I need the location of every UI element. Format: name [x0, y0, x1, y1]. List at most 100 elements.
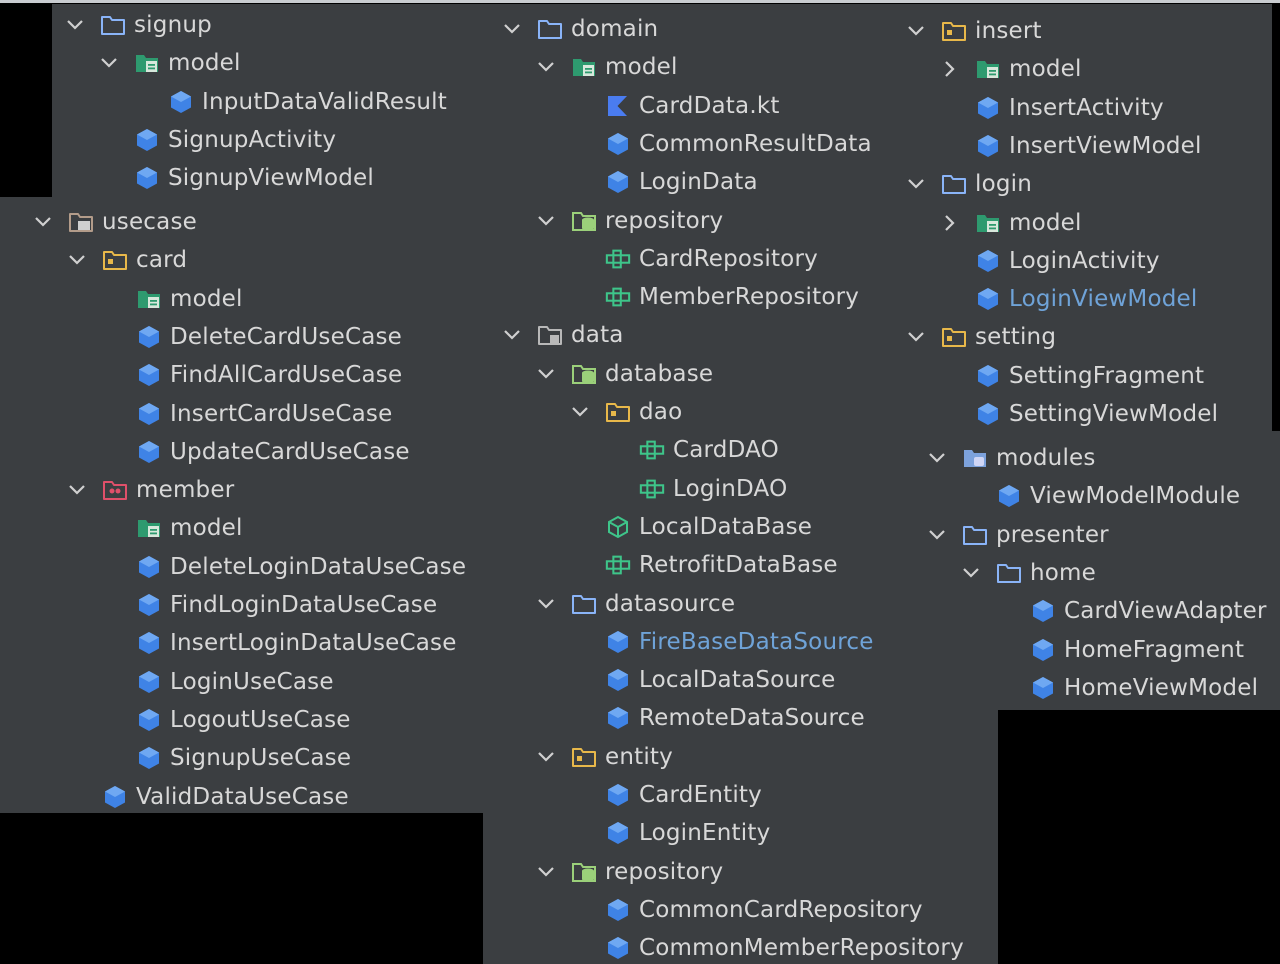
tree-node-data[interactable]: data: [501, 316, 624, 354]
tree-node-model[interactable]: model: [939, 50, 1082, 88]
chevron-down-icon[interactable]: [926, 524, 948, 546]
chevron-down-icon[interactable]: [501, 18, 523, 40]
tree-node-signup[interactable]: signup: [64, 6, 212, 44]
chevron-down-icon[interactable]: [535, 593, 557, 615]
chevron-down-icon[interactable]: [32, 211, 54, 233]
tree-node-label: CommonCardRepository: [639, 896, 923, 923]
chevron-down-icon[interactable]: [66, 479, 88, 501]
tree-node-commoncardrepository[interactable]: CommonCardRepository: [569, 891, 923, 929]
tree-node-commonresultdata[interactable]: CommonResultData: [569, 125, 872, 163]
tree-node-label: LoginUseCase: [170, 668, 334, 695]
tree-node-memberrepository[interactable]: MemberRepository: [569, 278, 859, 316]
tree-node-signupactivity[interactable]: SignupActivity: [98, 121, 336, 159]
tree-node-insert[interactable]: insert: [905, 12, 1042, 50]
tree-node-logindata[interactable]: LoginData: [569, 163, 758, 201]
tree-node-updatecardusecase[interactable]: UpdateCardUseCase: [100, 433, 410, 471]
tree-node-homeviewmodel[interactable]: HomeViewModel: [994, 669, 1258, 707]
tree-node-datasource[interactable]: datasource: [535, 585, 735, 623]
tree-node-model[interactable]: model: [100, 280, 243, 318]
tree-node-findlogindatausecase[interactable]: FindLoginDataUseCase: [100, 586, 437, 624]
tree-node-logindao[interactable]: LoginDAO: [603, 470, 787, 508]
tree-node-localdatasource[interactable]: LocalDataSource: [569, 661, 836, 699]
tree-node-signupviewmodel[interactable]: SignupViewModel: [98, 159, 374, 197]
source-folder-icon: [941, 18, 967, 44]
tree-node-entity[interactable]: entity: [535, 738, 673, 776]
tree-node-validdatausecase[interactable]: ValidDataUseCase: [66, 778, 349, 814]
chevron-down-icon[interactable]: [569, 401, 591, 423]
tree-node-model[interactable]: model: [939, 204, 1082, 242]
tree-node-deletelogindatausecase[interactable]: DeleteLoginDataUseCase: [100, 548, 466, 586]
tree-node-modules[interactable]: modules: [926, 439, 1096, 477]
tree-node-label: InsertActivity: [1009, 94, 1164, 121]
folder-icon: [537, 16, 563, 42]
tree-node-database[interactable]: database: [535, 355, 713, 393]
tree-node-localdatabase[interactable]: LocalDataBase: [569, 508, 812, 546]
tree-node-settingfragment[interactable]: SettingFragment: [939, 357, 1204, 395]
chevron-down-icon[interactable]: [905, 326, 927, 348]
tree-node-cardviewadapter[interactable]: CardViewAdapter: [994, 592, 1267, 630]
tree-node-settingviewmodel[interactable]: SettingViewModel: [939, 395, 1218, 431]
tree-node-dao[interactable]: dao: [569, 393, 682, 431]
tree-node-cardrepository[interactable]: CardRepository: [569, 240, 818, 278]
tree-node-logoutusecase[interactable]: LogoutUseCase: [100, 701, 351, 739]
tree-node-repository[interactable]: repository: [535, 202, 723, 240]
tree-node-card[interactable]: card: [66, 241, 187, 279]
class-icon: [605, 820, 631, 846]
database-folder-icon: [571, 208, 597, 234]
tree-node-carddata-kt[interactable]: CardData.kt: [569, 87, 780, 125]
chevron-down-icon[interactable]: [960, 562, 982, 584]
tree-node-retrofitdatabase[interactable]: RetrofitDataBase: [569, 546, 838, 584]
chevron-down-icon[interactable]: [501, 324, 523, 346]
chevron-down-icon[interactable]: [535, 210, 557, 232]
chevron-down-icon[interactable]: [64, 14, 86, 36]
tree-node-insertcardusecase[interactable]: InsertCardUseCase: [100, 395, 392, 433]
chevron-down-icon[interactable]: [535, 861, 557, 883]
project-tree-panel-usecase: usecase card model DeleteCardUseCase FindAll…: [0, 197, 490, 813]
tree-node-commonmemberrepository[interactable]: CommonMemberRepository: [569, 929, 964, 964]
tree-node-usecase[interactable]: usecase: [32, 203, 197, 241]
tree-node-member[interactable]: member: [66, 471, 234, 509]
tree-node-inputdatavalidresult[interactable]: InputDataValidResult: [132, 83, 447, 121]
chevron-down-icon[interactable]: [905, 20, 927, 42]
tree-node-loginviewmodel[interactable]: LoginViewModel: [939, 280, 1198, 318]
tree-node-repository[interactable]: repository: [535, 853, 723, 891]
tree-node-findallcardusecase[interactable]: FindAllCardUseCase: [100, 356, 402, 394]
tree-node-login[interactable]: login: [905, 165, 1032, 203]
chevron-down-icon[interactable]: [535, 363, 557, 385]
tree-node-cardentity[interactable]: CardEntity: [569, 776, 762, 814]
tree-node-firebasedatasource[interactable]: FireBaseDataSource: [569, 623, 874, 661]
tree-node-label: LogoutUseCase: [170, 706, 351, 733]
tree-node-insertlogindatausecase[interactable]: InsertLoginDataUseCase: [100, 624, 457, 662]
tree-node-model[interactable]: model: [535, 48, 678, 86]
tree-node-label: CommonResultData: [639, 130, 872, 157]
tree-node-model[interactable]: model: [98, 44, 241, 82]
tree-node-loginactivity[interactable]: LoginActivity: [939, 242, 1160, 280]
chevron-down-icon[interactable]: [926, 447, 948, 469]
tree-node-loginusecase[interactable]: LoginUseCase: [100, 663, 334, 701]
tree-node-signupusecase[interactable]: SignupUseCase: [100, 739, 351, 777]
tree-node-domain[interactable]: domain: [501, 10, 658, 48]
chevron-down-icon[interactable]: [98, 52, 120, 74]
tree-node-viewmodelmodule[interactable]: ViewModelModule: [960, 477, 1240, 515]
tree-node-carddao[interactable]: CardDAO: [603, 431, 779, 469]
chevron-right-icon[interactable]: [939, 212, 961, 234]
tree-node-setting[interactable]: setting: [905, 318, 1056, 356]
tree-node-model[interactable]: model: [100, 509, 243, 547]
tree-node-label: member: [136, 477, 235, 504]
chevron-right-icon[interactable]: [939, 58, 961, 80]
tree-node-loginentity[interactable]: LoginEntity: [569, 814, 770, 852]
chevron-down-icon[interactable]: [535, 56, 557, 78]
chevron-down-icon[interactable]: [66, 249, 88, 271]
tree-node-deletecardusecase[interactable]: DeleteCardUseCase: [100, 318, 402, 356]
chevron-down-icon[interactable]: [535, 746, 557, 768]
tree-node-presenter[interactable]: presenter: [926, 516, 1109, 554]
abstract-class-icon: [605, 514, 631, 540]
tree-node-remotedatasource[interactable]: RemoteDataSource: [569, 699, 865, 737]
class-icon: [136, 554, 162, 580]
tree-node-insertviewmodel[interactable]: InsertViewModel: [939, 127, 1202, 165]
tree-node-home[interactable]: home: [960, 554, 1096, 592]
chevron-down-icon[interactable]: [905, 173, 927, 195]
tree-node-homefragment[interactable]: HomeFragment: [994, 631, 1244, 669]
tree-node-insertactivity[interactable]: InsertActivity: [939, 89, 1164, 127]
